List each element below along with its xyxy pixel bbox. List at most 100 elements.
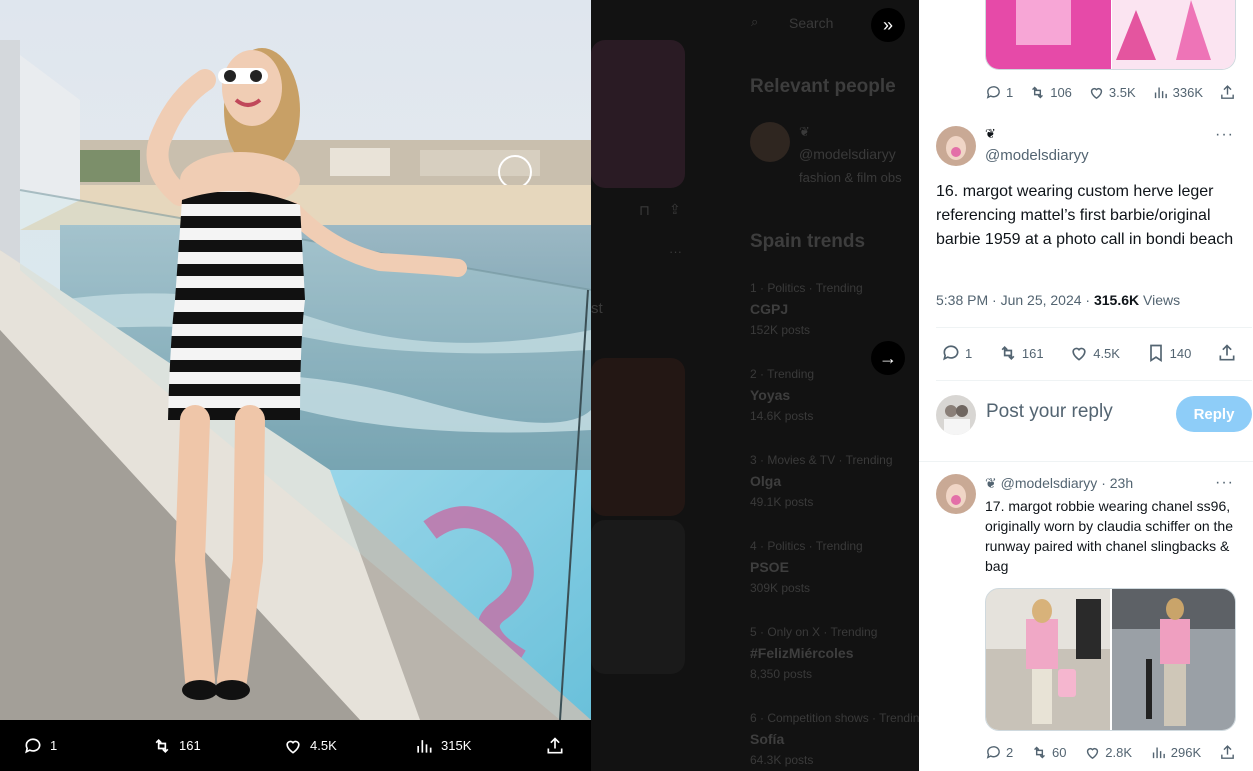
repost-icon	[1034, 746, 1045, 759]
bookmark-icon: ⊓	[639, 202, 650, 218]
like-action[interactable]: 4.5K	[283, 736, 337, 756]
display-name-emoji[interactable]: ❦	[985, 126, 996, 142]
next-tweet-stats: 2 60 2.8K 296K	[985, 744, 1236, 761]
repost-action[interactable]: 60	[1031, 744, 1066, 761]
previous-tweet-image	[986, 0, 1235, 69]
avatar-image	[936, 126, 976, 166]
divider	[936, 380, 1252, 381]
like-action[interactable]: 3.5K	[1088, 84, 1136, 101]
dimmed-background: ⌕ Search ⊓ ⇪ ··· st Relevant people ❦ @m…	[591, 0, 919, 771]
share-icon	[1219, 344, 1235, 361]
like-count: 3.5K	[1108, 85, 1136, 100]
repost-action[interactable]: 106	[1029, 84, 1072, 101]
trend-posts: 8,350 posts	[750, 667, 813, 681]
tweet-timestamp[interactable]: 5:38 PM · Jun 25, 2024 ·	[936, 292, 1094, 308]
next-image-button[interactable]: →	[871, 341, 905, 375]
previous-tweet-stats: 1 106 3.5K 336K	[985, 84, 1236, 101]
trend-context: 1 · Politics · Trending	[750, 281, 863, 295]
author-handle[interactable]: @modelsdiaryy	[985, 147, 1089, 164]
avatar-image	[936, 474, 976, 514]
name-emoji: ❦	[799, 124, 810, 139]
share-icon	[1221, 745, 1234, 759]
repost-action[interactable]: 161	[152, 736, 201, 756]
ghost-text: st	[591, 300, 603, 317]
tweet-header[interactable]: ❦ @modelsdiaryy · 23h	[985, 475, 1133, 492]
views-count: 315K	[441, 738, 472, 753]
reply-input[interactable]: Post your reply	[986, 401, 1113, 423]
previous-tweet-media[interactable]	[985, 0, 1236, 70]
repost-icon	[1001, 345, 1015, 361]
reply-action[interactable]: 1	[23, 736, 57, 756]
more-options-icon[interactable]: ···	[1215, 126, 1234, 144]
repost-action[interactable]: 161	[998, 343, 1044, 363]
trends-title: Spain trends	[750, 231, 866, 252]
divider	[919, 461, 1253, 462]
views-count: 296K	[1170, 745, 1202, 760]
trend-name: Olga	[750, 473, 782, 489]
share-icon: ⇪	[669, 201, 681, 217]
person-handle: @modelsdiaryy	[799, 146, 896, 162]
views-action[interactable]: 315K	[414, 736, 471, 756]
relevant-people-title: Relevant people	[750, 76, 896, 97]
avatar[interactable]	[936, 126, 976, 166]
reply-count: 2	[1006, 745, 1014, 760]
trend-name: #FelizMiércoles	[750, 645, 854, 661]
share-action[interactable]	[1217, 343, 1237, 363]
heart-icon	[1072, 347, 1086, 361]
more-options-icon[interactable]: ···	[1215, 474, 1234, 492]
trend-posts: 309K posts	[750, 581, 811, 595]
collapse-panel-button[interactable]: »	[871, 8, 905, 42]
like-action[interactable]: 2.8K	[1084, 744, 1132, 761]
runway-photo-left	[986, 589, 1110, 730]
photo-illustration	[0, 0, 591, 720]
media-photo[interactable]	[0, 0, 591, 720]
trend-context: 5 · Only on X · Trending	[750, 625, 878, 639]
like-count: 4.5K	[310, 738, 337, 753]
share-action[interactable]	[1219, 84, 1236, 101]
trend-name: Yoyas	[750, 387, 791, 403]
reply-action[interactable]: 1	[941, 343, 972, 363]
arrow-right-icon: →	[879, 347, 897, 368]
search-icon: ⌕	[751, 14, 759, 29]
trend-context: 6 · Competition shows · Trending	[750, 711, 919, 725]
runway-photo-right	[1111, 589, 1235, 730]
reply-button[interactable]: Reply	[1176, 396, 1252, 432]
heart-icon	[1087, 747, 1099, 760]
avatar[interactable]	[936, 474, 976, 514]
main-tweet-stats: 1 161 4.5K 140	[941, 343, 1237, 363]
app-window: ⌕ Search ⊓ ⇪ ··· st Relevant people ❦ @m…	[0, 0, 1253, 771]
reply-icon	[986, 746, 1000, 759]
share-icon	[547, 736, 563, 753]
repost-count: 106	[1050, 85, 1072, 100]
views-action[interactable]: 296K	[1150, 744, 1201, 761]
current-user-avatar[interactable]	[936, 395, 976, 435]
repost-count: 161	[1021, 345, 1044, 361]
share-action[interactable]	[1219, 744, 1236, 761]
tweet-media-grid	[985, 588, 1236, 731]
views-chart-icon	[1154, 87, 1167, 99]
reply-icon	[986, 86, 1000, 99]
media-viewer: ⌕ Search ⊓ ⇪ ··· st Relevant people ❦ @m…	[0, 0, 919, 771]
share-action[interactable]	[545, 736, 565, 756]
views-chart-icon	[417, 739, 432, 753]
like-action[interactable]: 4.5K	[1069, 343, 1120, 363]
media-image[interactable]	[1111, 589, 1235, 730]
views-label: Views	[1139, 292, 1181, 308]
trend-name: Sofía	[750, 731, 785, 747]
reply-composer: Post your reply Reply	[936, 395, 1252, 435]
heart-icon	[1090, 87, 1103, 100]
trend-posts: 14.6K posts	[750, 409, 814, 423]
more-icon: ···	[669, 244, 682, 259]
thread-panel: 1 106 3.5K 336K ❦ @modelsdiaryy ··· 16. …	[919, 0, 1253, 771]
views-action[interactable]: 336K	[1152, 84, 1203, 101]
bookmark-action[interactable]: 140	[1146, 343, 1191, 363]
reply-count: 1	[965, 345, 973, 361]
ghost-image	[591, 40, 685, 188]
reply-action[interactable]: 1	[985, 84, 1013, 101]
repost-icon	[155, 738, 169, 753]
trend-posts: 152K posts	[750, 323, 811, 337]
reply-action[interactable]: 2	[985, 744, 1013, 761]
media-image[interactable]	[986, 589, 1110, 730]
reply-count: 1	[1006, 85, 1014, 100]
ghost-image	[591, 520, 685, 674]
